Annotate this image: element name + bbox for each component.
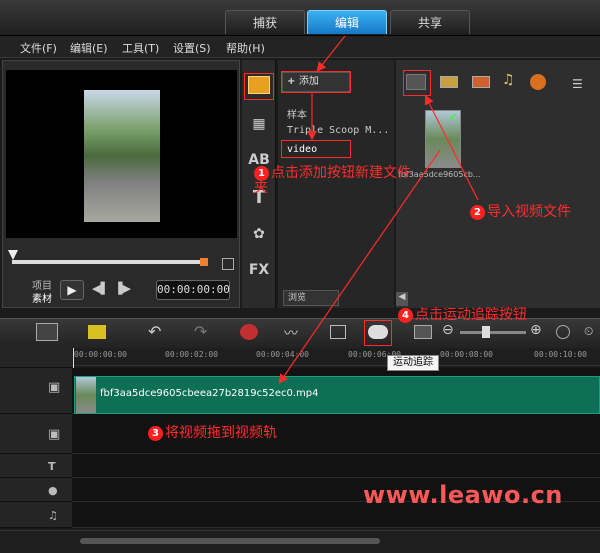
annotation-step1: 1 点击添加按钮新建文件夹 bbox=[254, 166, 414, 196]
step2-badge: 2 bbox=[470, 205, 485, 220]
watermark: www.leawo.cn bbox=[363, 481, 563, 509]
step3-badge: 3 bbox=[148, 426, 163, 441]
step3-text: 将视频拖到视频轨 bbox=[165, 425, 277, 441]
step1-text: 点击添加按钮新建文件夹 bbox=[254, 165, 411, 196]
step2-text: 导入视频文件 bbox=[487, 204, 571, 220]
annotation-arrows bbox=[278, 35, 479, 384]
step1-badge: 1 bbox=[254, 166, 269, 181]
motion-tracking-tooltip: 运动追踪 bbox=[387, 355, 439, 371]
annotation-step4: 4 点击运动追踪按钮 bbox=[398, 308, 527, 323]
annotation-step3: 3 将视频拖到视频轨 bbox=[148, 426, 277, 441]
step4-badge: 4 bbox=[398, 308, 413, 323]
step4-text: 点击运动追踪按钮 bbox=[415, 307, 527, 323]
annotation-step2: 2 导入视频文件 bbox=[470, 205, 571, 220]
